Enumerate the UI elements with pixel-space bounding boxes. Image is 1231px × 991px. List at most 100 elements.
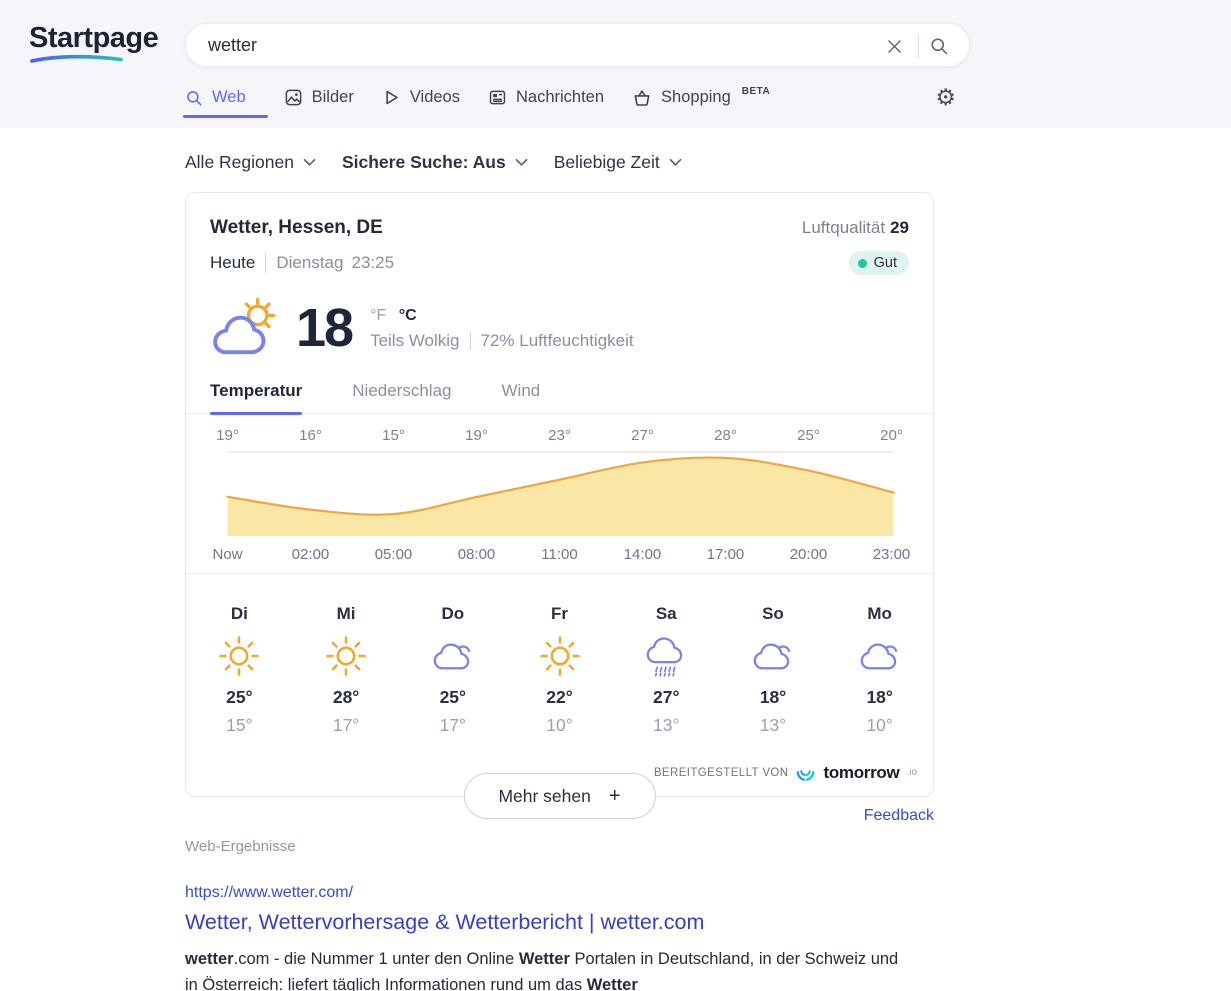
startpage-logo-text: Startpage (29, 22, 159, 54)
startpage-logo[interactable]: Startpage (29, 22, 159, 64)
result-description: wetter.com - die Nummer 1 unter den Onli… (185, 946, 905, 991)
day-high-temp: 25° (226, 687, 253, 707)
tab-web[interactable]: Web (183, 88, 268, 118)
day-name: Sa (655, 604, 677, 623)
result-url-link[interactable]: https://www.wetter.com/ (185, 884, 353, 902)
result-title-link[interactable]: Wetter, Wettervorhersage & Wetterbericht… (185, 910, 934, 935)
chart-time-label: 14:00 (623, 546, 662, 563)
result-description-part: .com - die Nummer 1 unter den Online (233, 950, 519, 968)
day-high-temp: 18° (759, 687, 787, 707)
unit-celsius-toggle[interactable]: °C (399, 307, 417, 324)
humidity-label: 72% Luftfeuchtigkeit (480, 331, 634, 350)
chart-time-label: 02:00 (291, 546, 330, 563)
weather-view-tabs: Temperatur Niederschlag Wind (186, 359, 933, 415)
unit-fahrenheit-toggle[interactable]: °F (370, 307, 386, 324)
chart-time-label: 11:00 (541, 546, 578, 563)
region-filter-label: Alle Regionen (185, 152, 294, 172)
day-low-temp: 10° (546, 715, 573, 735)
tab-wind[interactable]: Wind (502, 381, 541, 401)
result-description-part: Wetter (586, 976, 638, 991)
day-name: Do (441, 604, 465, 623)
forecast-day: Sa 27° 13° (613, 604, 720, 736)
tomorrow-io-logo-icon[interactable] (795, 762, 816, 783)
condition-label: Teils Wolkig (370, 331, 460, 350)
current-temperature: 18 (296, 298, 354, 358)
forecast-day: Do 25° 17° (399, 604, 506, 736)
result-description-part: wetter (185, 950, 234, 968)
tab-videos-label: Videos (409, 88, 460, 106)
time-filter-dropdown[interactable]: Beliebige Zeit (554, 152, 682, 173)
sun-icon (326, 636, 366, 676)
air-quality: Luftqualität 29 (802, 218, 909, 238)
time-label: 23:25 (351, 253, 395, 272)
chart-time-label: Now (212, 546, 243, 563)
day-high-temp: 27° (653, 687, 680, 707)
news-icon (489, 90, 506, 105)
feedback-link[interactable]: Feedback (864, 807, 934, 824)
more-button[interactable]: Mehr sehen + (463, 773, 656, 819)
search-tabs: Web Bilder Videos Nachrichten Shopping B… (183, 85, 970, 118)
chart-time-label: 23:00 (872, 546, 911, 563)
clear-search-button[interactable] (877, 24, 911, 68)
chart-time-labels: Now 02:00 05:00 08:00 11:00 14:00 17:00 … (186, 546, 933, 563)
tab-nachrichten[interactable]: Nachrichten (488, 88, 604, 107)
chart-temp-labels: 19° 16° 15° 19° 23° 27° 28° 25° 20° (186, 427, 933, 444)
chart-temp-label: 28° (714, 427, 737, 444)
day-name: Mi (336, 604, 356, 623)
day-low-temp: 13° (759, 715, 787, 735)
header: Startpage Web (0, 0, 1231, 128)
day-low-temp: 17° (439, 715, 467, 735)
forecast-day: So 18° 13° (720, 604, 827, 736)
rain-icon (646, 637, 683, 677)
tab-videos[interactable]: Videos (382, 88, 460, 107)
chevron-down-icon (515, 158, 528, 167)
basket-icon (634, 89, 650, 106)
magnifier-icon (931, 38, 948, 55)
search-icon (187, 90, 202, 106)
tab-temperatur[interactable]: Temperatur (210, 381, 303, 415)
search-input[interactable] (186, 24, 969, 66)
tab-shopping-label: Shopping (661, 88, 731, 106)
chart-time-label: 20:00 (789, 546, 828, 563)
tab-shopping[interactable]: Shopping BETA (632, 85, 771, 108)
air-quality-label: Luftqualität (801, 218, 886, 237)
settings-gear-icon[interactable]: ⚙ (935, 86, 956, 109)
air-quality-status-label: Gut (873, 255, 897, 271)
weather-widget: Wetter, Hessen, DE Luftqualität 29 Heute … (185, 192, 934, 819)
chart-temp-label: 20° (880, 427, 903, 444)
safe-search-dropdown[interactable]: Sichere Suche: Aus (342, 152, 528, 173)
search-submit-button[interactable] (921, 24, 957, 68)
chevron-down-icon (669, 158, 682, 167)
forecast-day: Di 25° 15° (186, 604, 293, 736)
chevron-down-icon (303, 158, 316, 167)
provider-attribution: BEREITGESTELLT VON tomorrow .io (654, 762, 917, 783)
sun-icon (219, 636, 260, 676)
chart-temp-label: 23° (548, 427, 571, 444)
day-low-temp: 15° (226, 715, 253, 735)
weather-date-row: Heute Dienstag 23:25 (210, 253, 394, 273)
air-quality-status-badge: Gut (848, 251, 909, 275)
day-name: Fr (551, 604, 569, 623)
tab-bilder[interactable]: Bilder (284, 88, 354, 107)
tab-niederschlag[interactable]: Niederschlag (352, 381, 451, 401)
chart-temp-label: 25° (797, 427, 820, 444)
tab-nachrichten-label: Nachrichten (515, 88, 605, 106)
weekday-label: Dienstag (276, 253, 344, 272)
today-label: Heute (210, 253, 267, 273)
air-quality-value: 29 (890, 218, 909, 237)
shopping-beta-badge: BETA (741, 85, 771, 97)
forecast-day: Mo 18° 10° (826, 604, 933, 736)
day-high-temp: 25° (439, 687, 467, 707)
day-low-temp: 10° (866, 715, 893, 735)
day-high-temp: 18° (866, 687, 893, 707)
status-dot-icon (857, 258, 867, 268)
time-filter-label: Beliebige Zeit (553, 152, 660, 172)
day-name: Mo (867, 604, 892, 623)
chart-time-label: 17:00 (706, 546, 745, 563)
cloud-icon (753, 643, 791, 670)
hourly-temp-chart: 19° 16° 15° 19° 23° 27° 28° 25° 20° Now … (186, 414, 933, 574)
day-high-temp: 28° (332, 687, 360, 707)
region-filter-dropdown[interactable]: Alle Regionen (185, 152, 316, 173)
provider-suffix-label: .io (906, 767, 917, 778)
provider-name-label[interactable]: tomorrow (823, 763, 899, 783)
